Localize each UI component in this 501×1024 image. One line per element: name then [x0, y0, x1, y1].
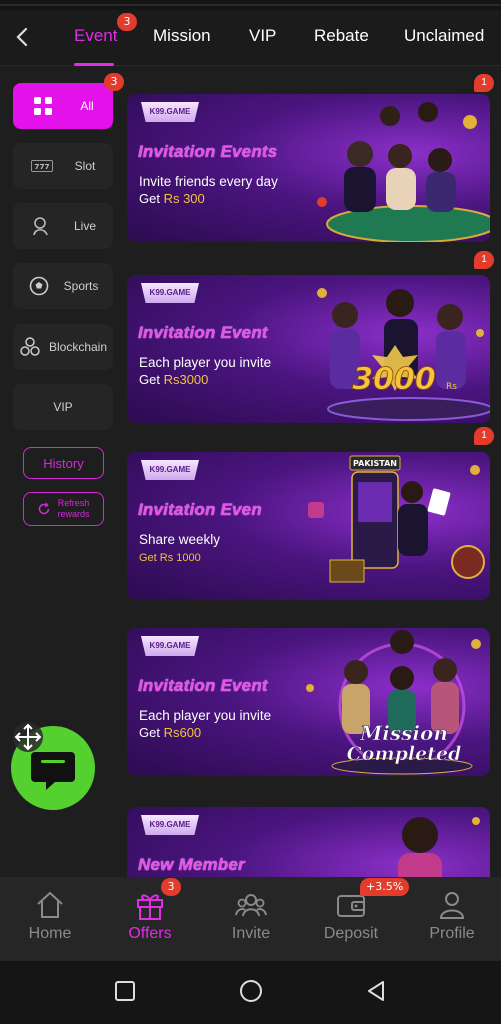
- sidebar-all-badge: 3: [104, 73, 124, 91]
- sidebar-item-live[interactable]: Live: [13, 203, 113, 249]
- sidebar-item-all[interactable]: All: [13, 83, 113, 129]
- tab-event[interactable]: Event: [74, 26, 117, 46]
- svg-text:3000: 3000: [352, 362, 436, 397]
- sidebar-item-label: Slot: [74, 159, 96, 173]
- nav-label: Profile: [429, 925, 475, 942]
- back-triangle-icon[interactable]: [364, 979, 388, 1003]
- card-line2: Get Rs 1000: [139, 552, 201, 564]
- svg-text:Rs: Rs: [446, 382, 457, 392]
- brand-tag: K99.GAME: [141, 636, 199, 656]
- sidebar-item-slot[interactable]: 777 Slot: [13, 143, 113, 189]
- svg-text:Completed: Completed: [347, 743, 462, 765]
- tab-event-badge: 3: [117, 13, 137, 31]
- back-arrow-icon[interactable]: [10, 24, 36, 50]
- card-notification-badge: 1: [474, 74, 494, 92]
- refresh-icon: [39, 502, 50, 515]
- grid-icon: [32, 95, 54, 117]
- sidebar-item-label: VIP: [53, 400, 73, 414]
- brand-tag: K99.GAME: [141, 460, 199, 480]
- nav-label: Offers: [128, 925, 172, 942]
- nav-label: Invite: [231, 925, 271, 942]
- brand-tag: K99.GAME: [141, 283, 199, 303]
- soccer-ball-icon: [28, 275, 50, 297]
- profile-icon: [439, 892, 465, 919]
- nav-label: Home: [28, 925, 72, 942]
- bottom-nav-bar: Home Offers 3 Invite Deposit +3.5% Profi…: [0, 877, 501, 961]
- new-member-illustration: [398, 817, 480, 877]
- tab-unclaimed[interactable]: Unclaimed: [404, 26, 484, 46]
- svg-text:777: 777: [34, 162, 49, 171]
- slot-777-icon: 777: [30, 155, 53, 177]
- live-dealer-icon: [30, 215, 52, 237]
- nav-home[interactable]: Home: [10, 887, 90, 943]
- deposit-bonus-badge: +3.5%: [360, 878, 410, 896]
- nav-profile[interactable]: Profile: [412, 887, 492, 943]
- blockchain-icon: [19, 336, 41, 358]
- offers-badge: 3: [161, 878, 181, 896]
- nav-offers[interactable]: Offers: [110, 887, 190, 943]
- top-tab-bar: Event 3 Mission VIP Rebate Unclaimed: [0, 10, 501, 66]
- tab-mission[interactable]: Mission: [153, 26, 211, 46]
- gift-icon: [137, 894, 163, 920]
- refresh-label-line2: rewards: [57, 509, 90, 519]
- sidebar-item-label: Sports: [63, 279, 99, 293]
- 3000-rs-illustration: 3000 Rs: [317, 288, 490, 421]
- nav-label: Deposit: [323, 925, 379, 942]
- slot-machine-illustration: PAKISTAN: [308, 455, 485, 583]
- active-tab-indicator: [74, 63, 114, 66]
- event-card[interactable]: K99.GAME Invitation Event Each player yo…: [127, 628, 490, 776]
- sidebar-item-label: Blockchain: [48, 340, 108, 354]
- event-card[interactable]: K99.GAME Invitation Even Share weekly Ge…: [127, 452, 490, 600]
- event-card[interactable]: K99.GAME Invitation Event Each player yo…: [127, 275, 490, 423]
- status-bar: [0, 0, 501, 10]
- history-button[interactable]: History: [23, 447, 104, 479]
- home-circle-icon[interactable]: [239, 979, 263, 1003]
- card-title: Invitation Even: [138, 500, 262, 519]
- card-line2: Get Rs600: [139, 725, 202, 740]
- card-line1: Share weekly: [139, 532, 221, 547]
- home-icon: [37, 891, 63, 918]
- tab-vip[interactable]: VIP: [249, 26, 276, 46]
- event-card[interactable]: K99.GAME Invitation Events Invite friend…: [127, 94, 490, 242]
- invite-users-icon: [235, 894, 267, 917]
- event-card-list: K99.GAME Invitation Events Invite friend…: [127, 67, 491, 877]
- recent-apps-icon[interactable]: [114, 980, 136, 1002]
- drag-move-icon[interactable]: [11, 720, 45, 754]
- card-line2: Get Rs 300: [139, 191, 205, 206]
- card-title: Invitation Events: [138, 142, 278, 161]
- svg-text:Mission: Mission: [359, 721, 448, 745]
- refresh-label-line1: Refresh: [57, 498, 90, 508]
- casino-table-illustration: [317, 102, 490, 242]
- sidebar-item-label: Live: [73, 219, 96, 233]
- history-label: History: [43, 455, 84, 471]
- card-line1: Invite friends every day: [139, 174, 278, 189]
- sidebar-item-sports[interactable]: Sports: [13, 263, 113, 309]
- card-notification-badge: 1: [474, 427, 494, 445]
- brand-tag: K99.GAME: [141, 102, 199, 122]
- tab-rebate[interactable]: Rebate: [314, 26, 369, 46]
- sidebar-item-blockchain[interactable]: Blockchain: [13, 324, 113, 370]
- reward-amount: Rs 300: [163, 191, 205, 206]
- sidebar-item-vip[interactable]: VIP: [13, 384, 113, 430]
- card-title: Invitation Event: [138, 323, 268, 342]
- card-title: New Member: [138, 855, 245, 874]
- sidebar-item-label: All: [80, 99, 94, 113]
- svg-text:PAKISTAN: PAKISTAN: [353, 459, 397, 468]
- reward-amount: Rs3000: [163, 372, 209, 387]
- card-notification-badge: 1: [474, 251, 494, 269]
- nav-invite[interactable]: Invite: [211, 887, 291, 943]
- brand-tag: K99.GAME: [141, 815, 199, 835]
- event-card[interactable]: K99.GAME New Member: [127, 807, 490, 877]
- card-title: Invitation Event: [138, 676, 268, 695]
- card-line1: Each player you invite: [139, 355, 272, 370]
- refresh-rewards-button[interactable]: Refresh rewards: [23, 492, 104, 526]
- card-line1: Each player you invite: [139, 708, 272, 723]
- card-line2: Get Rs3000: [139, 372, 209, 387]
- mission-completed-illustration: Mission Completed: [306, 630, 481, 775]
- reward-amount: Get Rs 1000: [139, 552, 201, 564]
- system-navigation-bar: [0, 961, 501, 1024]
- reward-amount: Rs600: [163, 725, 202, 740]
